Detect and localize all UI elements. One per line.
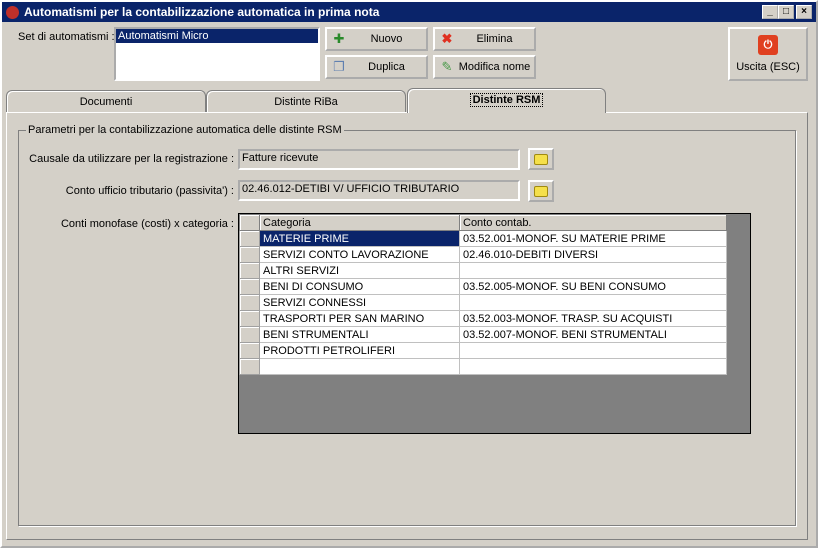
duplica-label: Duplica: [368, 61, 405, 73]
conto-cell[interactable]: [459, 294, 727, 311]
conto-cell[interactable]: [459, 262, 727, 279]
set-listbox[interactable]: Automatismi Micro: [114, 27, 320, 81]
table-row[interactable]: SERVIZI CONTO LAVORAZIONE 02.46.010-DEBIT…: [239, 246, 727, 263]
tab-distinte-riba[interactable]: Distinte RiBa: [206, 90, 406, 112]
categoria-cell[interactable]: SERVIZI CONTO LAVORAZIONE: [259, 246, 460, 263]
conto-field[interactable]: 02.46.012-DETIBI V/ UFFICIO TRIBUTARIO: [238, 180, 520, 201]
row-header[interactable]: [239, 246, 260, 263]
duplica-button[interactable]: ❐ Duplica: [325, 55, 428, 79]
close-button[interactable]: ×: [796, 5, 812, 19]
conto-cell[interactable]: 03.52.007-MONOF. BENI STRUMENTALI: [459, 326, 727, 343]
conto-cell[interactable]: 03.52.001-MONOF. SU MATERIE PRIME: [459, 230, 727, 247]
categoria-cell[interactable]: BENI DI CONSUMO: [259, 278, 460, 295]
elimina-button[interactable]: ✖ Elimina: [433, 27, 536, 51]
tab-distinte-rsm-label: Distinte RSM: [469, 93, 544, 107]
minimize-button[interactable]: _: [762, 5, 778, 19]
list-item[interactable]: Automatismi Micro: [116, 29, 318, 43]
conto-browse-button[interactable]: [528, 180, 554, 202]
grid-header: Categoria Conto contab.: [239, 214, 727, 231]
table-row[interactable]: ALTRI SERVIZI: [239, 262, 727, 279]
row-header[interactable]: [239, 262, 260, 279]
maximize-button[interactable]: □: [778, 5, 794, 19]
power-icon: ⏻: [758, 35, 778, 55]
row-header[interactable]: [239, 230, 260, 247]
window-title: Automatismi per la contabilizzazione aut…: [24, 5, 380, 19]
causale-label: Causale da utilizzare per la registrazio…: [29, 153, 234, 165]
categoria-cell[interactable]: SERVIZI CONNESSI: [259, 294, 460, 311]
corner-cell: [239, 214, 260, 231]
conto-cell[interactable]: 03.52.005-MONOF. SU BENI CONSUMO: [459, 278, 727, 295]
new-icon: ✚: [333, 31, 345, 46]
categoria-cell[interactable]: BENI STRUMENTALI: [259, 326, 460, 343]
grid-label: Conti monofase (costi) x categoria :: [60, 218, 234, 230]
tab-distinte-rsm[interactable]: Distinte RSM: [407, 88, 606, 113]
row-header[interactable]: [239, 326, 260, 343]
copy-icon: ❐: [333, 59, 345, 74]
causale-field[interactable]: Fatture ricevute: [238, 149, 520, 170]
table-row[interactable]: SERVIZI CONNESSI: [239, 294, 727, 311]
nuovo-button[interactable]: ✚ Nuovo: [325, 27, 428, 51]
table-row[interactable]: TRASPORTI PER SAN MARINO 03.52.003-MONOF.…: [239, 310, 727, 327]
tab-documenti[interactable]: Documenti: [6, 90, 206, 112]
folder-icon: [534, 185, 548, 197]
row-header[interactable]: [239, 310, 260, 327]
group-legend: Parametri per la contabilizzazione autom…: [26, 124, 344, 136]
categoria-cell[interactable]: [259, 358, 460, 375]
folder-icon: [534, 153, 548, 165]
title-bar: Automatismi per la contabilizzazione aut…: [2, 2, 816, 22]
categoria-cell[interactable]: ALTRI SERVIZI: [259, 262, 460, 279]
delete-icon: ✖: [441, 31, 453, 46]
categoria-cell[interactable]: MATERIE PRIME: [259, 230, 460, 247]
table-row[interactable]: MATERIE PRIME 03.52.001-MONOF. SU MATERIE…: [239, 230, 727, 247]
row-header[interactable]: [239, 358, 260, 375]
nuovo-label: Nuovo: [370, 33, 403, 45]
causale-browse-button[interactable]: [528, 148, 554, 170]
row-header[interactable]: [239, 278, 260, 295]
app-icon: [6, 6, 19, 19]
uscita-button[interactable]: ⏻ Uscita (ESC): [728, 27, 808, 81]
table-row[interactable]: BENI DI CONSUMO 03.52.005-MONOF. SU BENI …: [239, 278, 727, 295]
conto-cell[interactable]: [459, 358, 727, 375]
table-row[interactable]: BENI STRUMENTALI 03.52.007-MONOF. BENI ST…: [239, 326, 727, 343]
modifica-nome-button[interactable]: ✎ Modifica nome: [433, 55, 536, 79]
row-header[interactable]: [239, 294, 260, 311]
categoria-cell[interactable]: PRODOTTI PETROLIFERI: [259, 342, 460, 359]
table-row[interactable]: PRODOTTI PETROLIFERI: [239, 342, 727, 359]
conto-cell[interactable]: 03.52.003-MONOF. TRASP. SU ACQUISTI: [459, 310, 727, 327]
uscita-label: Uscita (ESC): [736, 61, 800, 73]
conto-cell[interactable]: 02.46.010-DEBITI DIVERSI: [459, 246, 727, 263]
set-label: Set di automatismi :: [18, 31, 115, 43]
column-header-conto[interactable]: Conto contab.: [459, 214, 727, 231]
column-header-categoria[interactable]: Categoria: [259, 214, 460, 231]
row-header[interactable]: [239, 342, 260, 359]
conto-cell[interactable]: [459, 342, 727, 359]
modifica-label: Modifica nome: [458, 61, 531, 73]
edit-icon: ✎: [441, 59, 453, 74]
categories-grid[interactable]: Categoria Conto contab. MATERIE PRIME 03.5…: [238, 213, 751, 434]
categoria-cell[interactable]: TRASPORTI PER SAN MARINO: [259, 310, 460, 327]
conto-label: Conto ufficio tributario (passivita') :: [65, 185, 234, 197]
elimina-label: Elimina: [476, 33, 513, 45]
table-row[interactable]: [239, 358, 727, 375]
